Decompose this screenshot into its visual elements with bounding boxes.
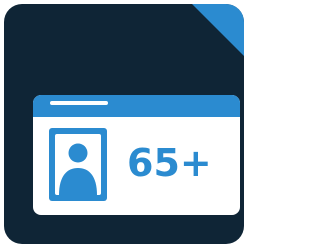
app-icon-stage: 65+ [0, 0, 247, 245]
corner-notch [234, 4, 244, 14]
id-badge-card: 65+ [33, 95, 240, 215]
person-silhouette-icon [49, 128, 107, 201]
badge-header [33, 95, 240, 117]
header-bar [50, 101, 108, 105]
app-icon-tile[interactable]: 65+ [4, 4, 244, 244]
age-label: 65+ [127, 141, 212, 185]
